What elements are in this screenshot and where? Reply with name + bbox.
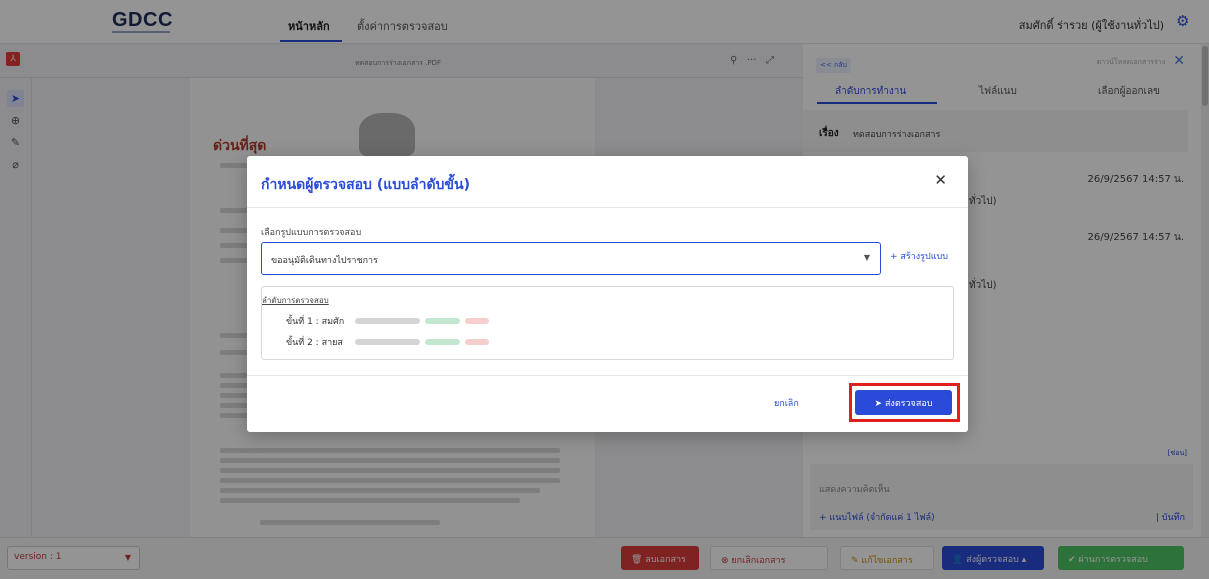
redacted-text <box>425 339 460 345</box>
select-label: เลือกรูปแบบการตรวจสอบ <box>261 228 362 238</box>
create-template-link[interactable]: + สร้างรูปแบบ <box>890 249 948 263</box>
review-step: ขั้นที่ 1 : สมศัก <box>286 317 345 327</box>
review-order-title: ลำดับการตรวจสอบ <box>262 296 329 305</box>
redacted-text <box>355 318 420 324</box>
redacted-text <box>465 339 489 345</box>
redacted-text <box>465 318 489 324</box>
cancel-button[interactable]: ยกเลิก <box>774 396 799 410</box>
assign-reviewer-dialog: กำหนดผู้ตรวจสอบ (แบบลำดับขั้น) ✕ เลือกรู… <box>247 156 968 432</box>
close-icon[interactable]: ✕ <box>934 171 947 189</box>
review-template-select[interactable]: ขออนุมัติเดินทางไปราชการ ▼ <box>261 242 881 275</box>
review-step: ขั้นที่ 2 : สายส <box>286 338 343 348</box>
divider <box>247 375 968 376</box>
divider <box>247 207 968 208</box>
redacted-text <box>355 339 420 345</box>
chevron-down-icon: ▼ <box>863 253 870 262</box>
dialog-title: กำหนดผู้ตรวจสอบ (แบบลำดับขั้น) <box>261 177 470 193</box>
selected-value: ขออนุมัติเดินทางไปราชการ <box>271 256 378 266</box>
highlight-box <box>849 383 960 422</box>
redacted-text <box>425 318 460 324</box>
